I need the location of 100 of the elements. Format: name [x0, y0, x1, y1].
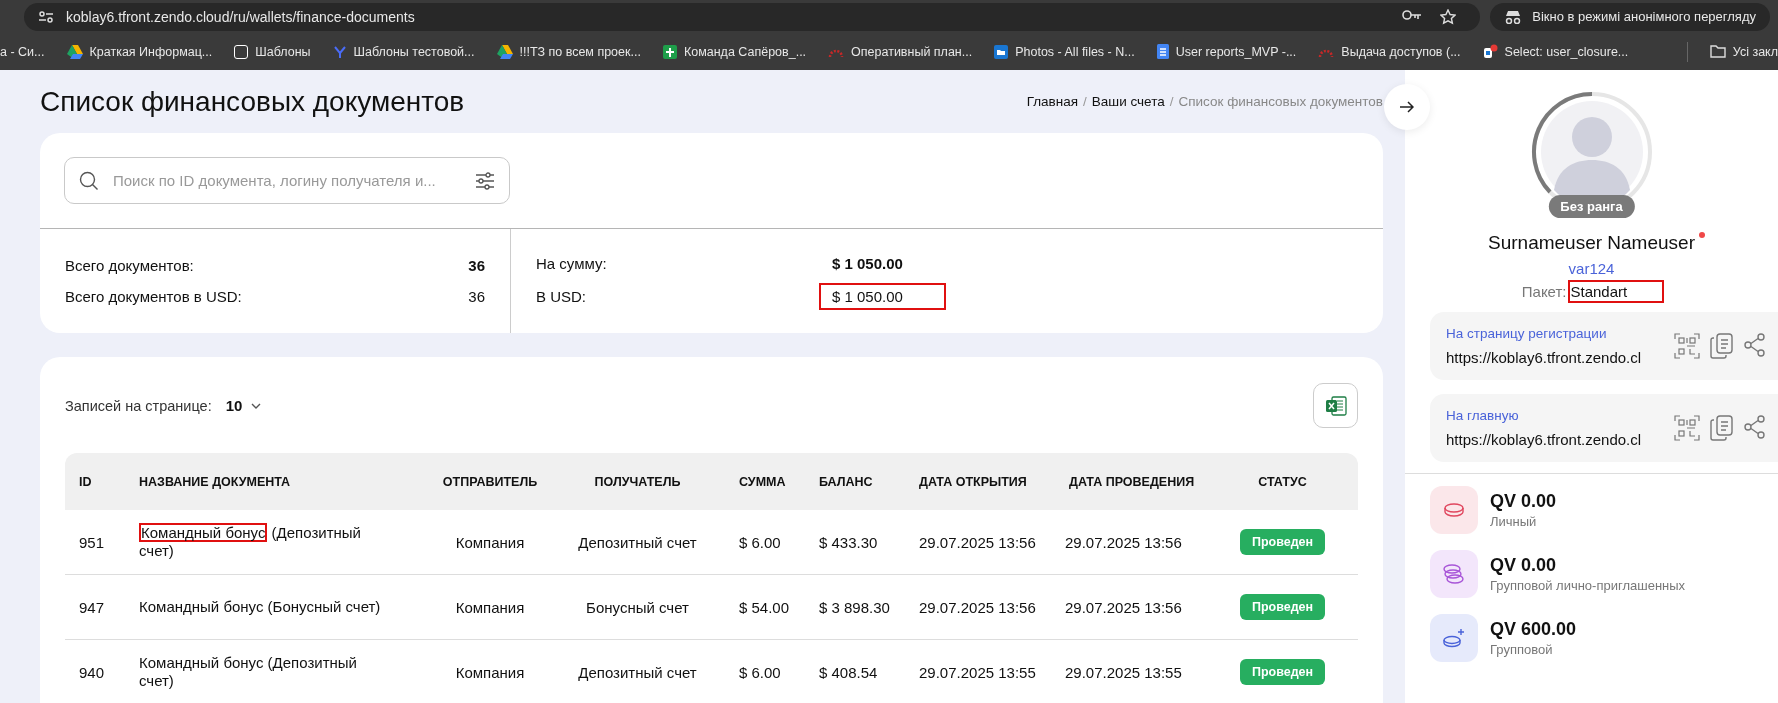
breadcrumb-separator: / — [1083, 94, 1087, 109]
table-cell-text: 29.07.2025 13:56 — [1064, 533, 1183, 551]
drive-icon — [496, 44, 513, 59]
stat-label: Всего документов в USD: — [65, 288, 242, 305]
stat-label: В USD: — [536, 288, 587, 305]
star-icon[interactable] — [1440, 8, 1457, 25]
document-name-cell-text: Командный бонус (Депозитный счет) — [138, 524, 362, 560]
table-cell-text: 29.07.2025 13:55 — [918, 663, 1037, 681]
bookmark-item[interactable]: Select: user_closure... — [1482, 44, 1629, 59]
database-icon — [1482, 44, 1498, 59]
document-name-cell-text: Командный бонус (Бонусный счет) — [138, 598, 382, 616]
table-cell-text: $ 6.00 — [738, 533, 782, 551]
stat-value: $ 1 050.00 — [822, 286, 943, 307]
column-header: ДАТА ОТКРЫТИЯ — [918, 474, 1028, 489]
filter-icon[interactable] — [475, 171, 495, 190]
bookmark-item[interactable]: !!!ТЗ по всем проек... — [496, 44, 641, 59]
stat-label: На сумму: — [536, 255, 608, 272]
table-cell-text: 947 — [78, 598, 106, 616]
column-header: СУММА — [738, 474, 787, 489]
breadcrumb-link[interactable]: Ваши счета — [1091, 94, 1165, 109]
volume-value: QV 0.00 — [1490, 555, 1558, 576]
table-cell-text: 940 — [78, 663, 106, 681]
table-cell-text: 29.07.2025 13:55 — [1064, 663, 1183, 681]
per-page-label: Записей на странице: — [65, 397, 212, 414]
spreadsheet-icon — [662, 44, 677, 59]
table-cell-text: $ 54.00 — [738, 598, 791, 616]
excel-icon — [1324, 394, 1347, 417]
package-value: Standart — [1570, 283, 1662, 300]
column-header: ДАТА ПРОВЕДЕНИЯ — [1068, 474, 1196, 489]
user-name: Surnameuser Nameuser — [1488, 232, 1695, 253]
excel-export-button[interactable] — [1313, 383, 1358, 428]
bookmark-item[interactable]: Шаблоны — [234, 44, 311, 59]
bookmark-item[interactable]: Команда Сапёров_... — [662, 44, 807, 59]
bookmark-item[interactable]: Photos - All files - N... — [994, 44, 1135, 59]
table-cell-text: 29.07.2025 13:56 — [918, 533, 1037, 551]
stat-label: Всего документов: — [65, 257, 194, 274]
share-button[interactable] — [1744, 333, 1766, 359]
table-cell-text: 951 — [78, 533, 106, 551]
notion-icon — [234, 44, 249, 59]
share-button[interactable] — [1744, 415, 1766, 441]
status-badge: Проведен — [1239, 594, 1326, 620]
folder-icon — [994, 44, 1009, 59]
table-cell-text: Компания — [454, 598, 526, 616]
folder-icon — [1709, 45, 1726, 58]
status-badge: Проведен — [1239, 529, 1326, 555]
column-header: БАЛАНС — [818, 474, 874, 489]
bookmark-item[interactable]: Выдача доступов (... — [1318, 44, 1461, 59]
site-settings-icon[interactable] — [38, 9, 54, 24]
collapse-sidebar-button[interactable] — [1384, 84, 1430, 130]
volume-value: QV 600.00 — [1490, 619, 1577, 640]
arrow-right-icon — [1400, 101, 1414, 113]
table-cell-text: $ 6.00 — [738, 663, 782, 681]
table-cell-text: 29.07.2025 13:56 — [918, 598, 1037, 616]
page-title: Список финансовых документов — [40, 85, 465, 118]
volume-label: Групповой лично-приглашенных — [1490, 578, 1686, 593]
key-icon[interactable] — [1402, 8, 1423, 21]
column-header: ID — [78, 474, 93, 489]
volume-value: QV 0.00 — [1490, 491, 1557, 512]
qr-code-button[interactable] — [1674, 415, 1700, 441]
bookmark-item[interactable]: Шаблоны тестовой... — [332, 44, 475, 59]
package-label: Пакет: — [1521, 283, 1567, 300]
copy-button[interactable] — [1710, 333, 1734, 359]
search-box[interactable]: Поиск по ID документа, логину получателя и... — [64, 157, 510, 204]
link-label: На главную — [1446, 408, 1520, 423]
per-page-select[interactable]: 10 — [225, 397, 243, 414]
volume-label: Групповой — [1490, 642, 1554, 657]
bookmark-item[interactable]: а - Си... — [0, 44, 45, 59]
volume-label: Личный — [1490, 514, 1538, 529]
bookmark-item[interactable]: User reports_MVP -... — [1156, 44, 1297, 59]
table-cell-text: $ 3 898.30 — [818, 598, 891, 616]
column-header: ПОЛУЧАТЕЛЬ — [593, 474, 682, 489]
column-header: НАЗВАНИЕ ДОКУМЕНТА — [138, 474, 292, 489]
stat-value: 36 — [468, 257, 485, 274]
table-cell-text: Депозитный счет — [577, 663, 698, 681]
y-logo-icon — [332, 44, 347, 59]
link-url[interactable]: https://koblay6.tfront.zendo.cl — [1446, 431, 1668, 448]
document-icon — [1156, 44, 1169, 59]
document-name-cell-text: Командный бонус (Депозитный счет) — [138, 654, 358, 690]
column-header: СТАТУС — [1257, 474, 1308, 489]
rank-badge: Без ранга — [1548, 195, 1635, 218]
drive-icon — [66, 44, 83, 59]
bookmark-item[interactable]: Краткая Информац... — [66, 44, 213, 59]
table-cell-text: Компания — [454, 533, 526, 551]
incognito-indicator[interactable]: Вікно в режимі анонімного перегляду — [1490, 2, 1770, 31]
breadcrumb-link[interactable]: Главная — [1026, 94, 1079, 109]
table-cell-text: Бонусный счет — [585, 598, 690, 616]
qr-code-button[interactable] — [1674, 333, 1700, 359]
link-url[interactable]: https://koblay6.tfront.zendo.cl — [1446, 349, 1668, 366]
copy-button[interactable] — [1710, 415, 1734, 441]
table-cell-text: 29.07.2025 13:56 — [1064, 598, 1183, 616]
breadcrumb-separator: / — [1169, 94, 1174, 109]
stat-value: $ 1 050.00 — [832, 255, 903, 272]
all-bookmarks-folder[interactable]: Усі закл — [1709, 44, 1778, 59]
user-login-link[interactable]: var124 — [1568, 260, 1615, 277]
stat-value: 36 — [468, 288, 485, 305]
table-cell-text: $ 433.30 — [818, 533, 879, 551]
link-label: На страницу регистрации — [1446, 326, 1608, 341]
bookmark-item[interactable]: Оперативный план... — [828, 44, 973, 59]
chevron-down-icon[interactable] — [250, 401, 263, 410]
search-icon — [79, 170, 99, 191]
